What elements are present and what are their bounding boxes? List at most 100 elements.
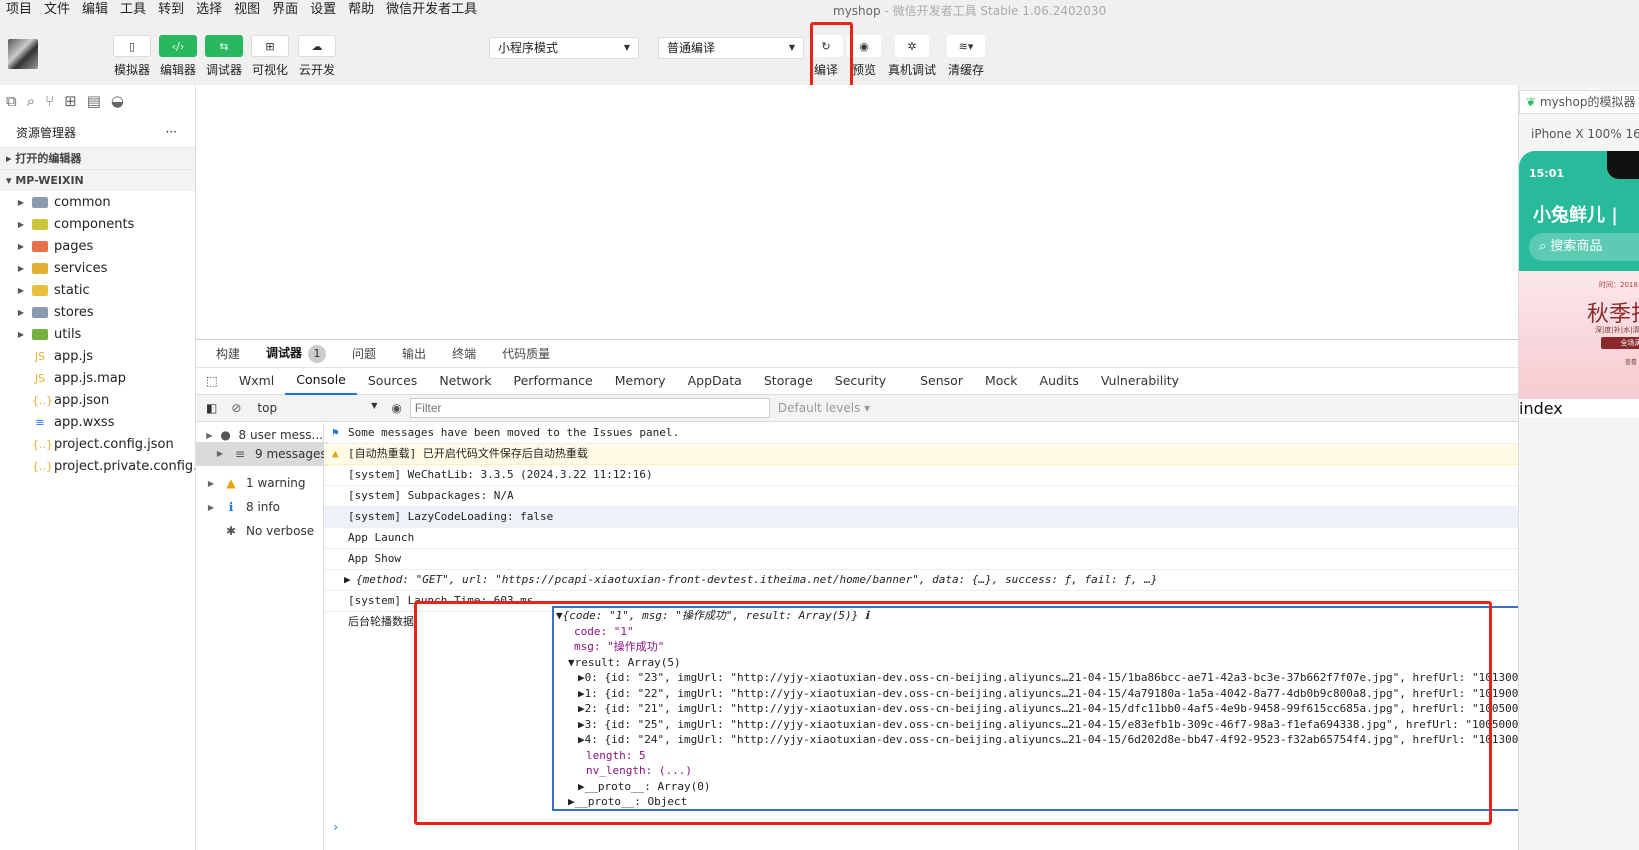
menu-item[interactable]: 界面 bbox=[266, 0, 304, 20]
project-section[interactable]: ▾ MP-WEIXIN bbox=[0, 169, 195, 191]
devtools-tab-sensor[interactable]: Sensor bbox=[909, 368, 974, 394]
files-icon[interactable]: ⧉ bbox=[6, 92, 17, 110]
toolbar-button[interactable]: ‹/› 编辑器 bbox=[153, 35, 203, 78]
console-line[interactable]: ▶ {method: "GET", url: "https://pcapi-xia… bbox=[324, 570, 1518, 591]
tree-item-folder[interactable]: ▶ pages bbox=[0, 235, 195, 257]
devtools-tab-security[interactable]: Security bbox=[824, 368, 897, 394]
compile-select[interactable]: 普通编译 ▼ bbox=[658, 37, 804, 59]
toolbar-button[interactable]: ≋▾ 清缓存 bbox=[936, 35, 996, 78]
search-icon[interactable]: ⌕ bbox=[27, 92, 35, 110]
toolbar-button[interactable]: ☁ 云开发 bbox=[292, 35, 342, 78]
devtools-tab-memory[interactable]: Memory bbox=[604, 368, 677, 394]
toolbar-button[interactable]: ⊞ 可视化 bbox=[245, 35, 295, 78]
console-filter-item[interactable]: ✱ No verbose bbox=[196, 519, 323, 543]
extensions-icon[interactable]: ⊞ bbox=[64, 92, 77, 110]
context-select[interactable]: top ▼ bbox=[257, 401, 377, 415]
devtools-top-tab[interactable]: 代码质量 bbox=[502, 345, 550, 362]
tree-item-js[interactable]: JS app.js bbox=[0, 345, 195, 367]
phone-screen[interactable]: 15:01 小兔鲜儿 | ⌕ 搜索商品 时间：2018. 秋季折 深|度|补|水… bbox=[1519, 151, 1639, 413]
menu-item[interactable]: 帮助 bbox=[342, 0, 380, 20]
tree-item-css[interactable]: ≡ app.wxss bbox=[0, 411, 195, 433]
eye-icon[interactable]: ◉ bbox=[391, 401, 401, 415]
json-file-icon: {..} bbox=[32, 393, 53, 407]
tree-item-js[interactable]: JS app.js.map bbox=[0, 367, 195, 389]
console-line[interactable]: ⚑ Some messages have been moved to the Is… bbox=[324, 423, 1518, 444]
devtools-top-tab-label: 输出 bbox=[402, 347, 427, 361]
toolbar-button[interactable]: ⇆ 调试器 bbox=[199, 35, 249, 78]
devtools-tab-appdata[interactable]: AppData bbox=[677, 368, 753, 394]
devtools-tab-audits[interactable]: Audits bbox=[1029, 368, 1090, 394]
chevron-right-icon: ▶ bbox=[207, 502, 215, 512]
open-editors-section[interactable]: ▸ 打开的编辑器 bbox=[0, 147, 195, 169]
more-icon[interactable]: ··· bbox=[166, 125, 177, 139]
tree-item-folder[interactable]: ▶ components bbox=[0, 213, 195, 235]
console-line[interactable]: [system] WeChatLib: 3.3.5 (2024.3.22 11:… bbox=[324, 465, 1518, 486]
explorer-title: 资源管理器 bbox=[16, 125, 77, 140]
tree-item-json[interactable]: {..}project.private.config.js... bbox=[0, 455, 195, 477]
device-info[interactable]: iPhone X 100% 16 bbox=[1531, 127, 1639, 141]
css-file-icon: ≡ bbox=[35, 415, 45, 429]
menu-item[interactable]: 视图 bbox=[228, 0, 266, 20]
git-icon[interactable]: ⑂ bbox=[45, 92, 54, 110]
menu-item[interactable]: 微信开发者工具 bbox=[380, 0, 483, 20]
docker-icon[interactable]: ◒ bbox=[111, 92, 124, 110]
console-filter-item[interactable]: ▶ ▲ 1 warning bbox=[196, 471, 323, 495]
layers-icon: ≋▾ bbox=[947, 35, 985, 57]
tree-item-folder[interactable]: ▶ static bbox=[0, 279, 195, 301]
devtools-top-tab[interactable]: 调试器 1 bbox=[266, 344, 327, 363]
chevron-right-icon: ▶ bbox=[17, 241, 25, 251]
console-line[interactable]: App Show bbox=[324, 549, 1518, 570]
console-line[interactable]: App Launch bbox=[324, 528, 1518, 549]
devtools-tab-vulnerability[interactable]: Vulnerability bbox=[1090, 368, 1190, 394]
devtools-top-tab[interactable]: 终端 bbox=[452, 345, 476, 362]
console-line[interactable]: [system] Subpackages: N/A bbox=[324, 486, 1518, 507]
tree-item-folder[interactable]: ▶ services bbox=[0, 257, 195, 279]
toolbar-button[interactable]: ✲ 真机调试 bbox=[882, 35, 942, 78]
devtools-top-tab[interactable]: 问题 bbox=[352, 345, 376, 362]
tree-item-label: app.js bbox=[54, 348, 93, 364]
tree-item-folder[interactable]: ▶ common bbox=[0, 191, 195, 213]
toolbar-button[interactable]: ▯ 模拟器 bbox=[107, 35, 157, 78]
app-search-bar[interactable]: ⌕ 搜索商品 bbox=[1529, 233, 1639, 261]
devtools-tab-performance[interactable]: Performance bbox=[503, 368, 604, 394]
menu-item[interactable]: 文件 bbox=[38, 0, 76, 20]
devtools-tab-storage[interactable]: Storage bbox=[753, 368, 824, 394]
menu-item[interactable]: 编辑 bbox=[76, 0, 114, 20]
inspect-icon[interactable]: ⬚ bbox=[196, 368, 228, 394]
tree-item-json[interactable]: {..} app.json bbox=[0, 389, 195, 411]
console-filter-item[interactable]: ▶ ≡ 9 messages bbox=[196, 442, 328, 466]
page-path-label: index bbox=[1519, 399, 1639, 418]
menu-item[interactable]: 工具 bbox=[114, 0, 152, 20]
mode-select[interactable]: 小程序模式 ▼ bbox=[489, 37, 639, 59]
console-line[interactable]: [system] LazyCodeLoading: false bbox=[324, 507, 1518, 528]
menu-item[interactable]: 转到 bbox=[152, 0, 190, 20]
storage-icon[interactable]: ▤ bbox=[87, 92, 101, 110]
devtools-tab-network[interactable]: Network bbox=[428, 368, 502, 394]
filter-input[interactable] bbox=[409, 398, 770, 418]
console-prompt[interactable]: › bbox=[332, 820, 339, 834]
tree-item-folder[interactable]: ▶ utils bbox=[0, 323, 195, 345]
devtools-top-tab[interactable]: 输出 bbox=[402, 345, 426, 362]
devtools-tab-console[interactable]: Console bbox=[285, 367, 357, 395]
avatar[interactable] bbox=[8, 39, 38, 69]
tree-item-json[interactable]: {..} project.config.json bbox=[0, 433, 195, 455]
tree-item-folder[interactable]: ▶ stores bbox=[0, 301, 195, 323]
clear-console-icon[interactable]: ⊘ bbox=[231, 401, 241, 415]
console-line-text: {method: "GET", url: "https://pcapi-xiao… bbox=[356, 573, 1158, 586]
tree-item-label: app.js.map bbox=[54, 370, 127, 386]
app-banner[interactable]: 时间：2018. 秋季折 深|度|补|水|清 全场满 查看 bbox=[1519, 271, 1639, 413]
menu-item[interactable]: 选择 bbox=[190, 0, 228, 20]
devtools-top-tab[interactable]: 构建 bbox=[216, 345, 240, 362]
menu-item[interactable]: 项目 bbox=[0, 0, 38, 20]
mode-select-value: 小程序模式 bbox=[498, 41, 559, 55]
devtools-tab-sources[interactable]: Sources bbox=[357, 368, 428, 394]
console-line[interactable]: ▲ [自动热重载] 已开启代码文件保存后自动热重载 bbox=[324, 444, 1518, 465]
levels-dropdown[interactable]: Default levels ▾ bbox=[778, 401, 870, 415]
chevron-down-icon: ▼ bbox=[371, 401, 378, 410]
devtools-tab-wxml[interactable]: Wxml bbox=[228, 368, 285, 394]
toolbar-button-label: 调试器 bbox=[205, 63, 242, 77]
sidebar-toggle-icon[interactable]: ◧ bbox=[206, 401, 217, 415]
console-filter-item[interactable]: ▶ ℹ 8 info bbox=[196, 495, 323, 519]
devtools-tab-mock[interactable]: Mock bbox=[974, 368, 1029, 394]
menu-item[interactable]: 设置 bbox=[304, 0, 342, 20]
